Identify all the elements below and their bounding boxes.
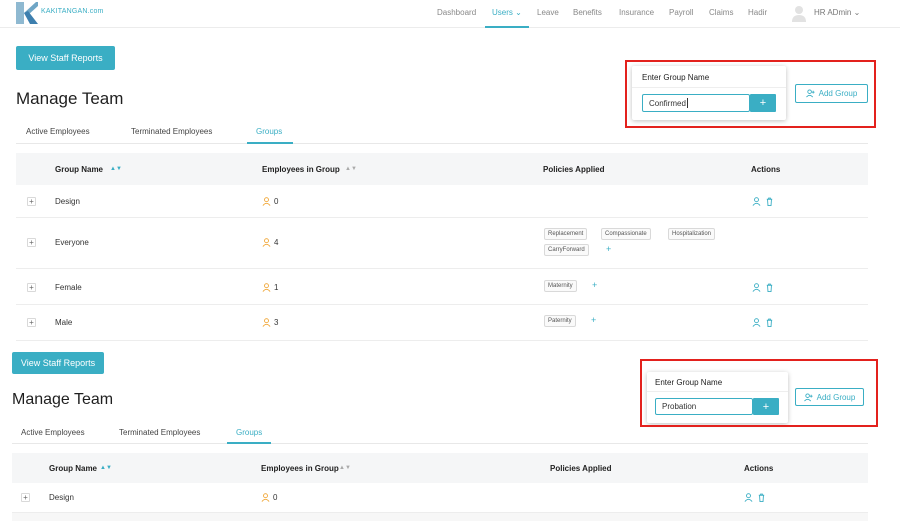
kakitangan-logo-icon[interactable]: [16, 2, 38, 24]
nav-dashboard[interactable]: Dashboard: [437, 8, 476, 17]
user-menu[interactable]: HR ADmin ⌄: [814, 8, 860, 17]
table-header: [16, 153, 868, 185]
expand-row-button[interactable]: +: [21, 493, 30, 502]
sort-icon[interactable]: ▲▼: [345, 166, 357, 172]
nav-insurance[interactable]: Insurance: [619, 8, 654, 17]
user-avatar-icon[interactable]: [791, 4, 807, 22]
tab-terminated-employees[interactable]: Terminated Employees: [131, 127, 212, 136]
nav-hadir[interactable]: Hadir: [748, 8, 767, 17]
page-title: Manage Team: [16, 89, 124, 108]
policy-tag[interactable]: Compassionate: [601, 228, 651, 240]
column-actions: Actions: [751, 165, 781, 174]
view-staff-reports-button[interactable]: View Staff Reports: [12, 352, 104, 374]
add-policy-button[interactable]: +: [592, 281, 597, 290]
table-row: [16, 218, 868, 269]
nav-claims[interactable]: Claims: [709, 8, 733, 17]
column-policies-applied: Policies Applied: [550, 464, 612, 473]
active-tab-indicator: [227, 442, 271, 444]
delete-icon[interactable]: [765, 283, 774, 292]
table-header: [12, 453, 868, 483]
tab-active-employees[interactable]: Active Employees: [21, 428, 85, 437]
sort-icon[interactable]: ▲▼: [110, 166, 122, 172]
policy-tag[interactable]: Paternity: [544, 315, 576, 327]
table-row: [12, 483, 868, 513]
manage-members-icon[interactable]: [752, 318, 761, 327]
group-name-cell: Design: [49, 493, 74, 502]
table-row: [12, 513, 868, 521]
top-navigation-bar: KAKITANGAN.com Dashboard Users ⌄ Leave B…: [0, 0, 900, 28]
column-group-name[interactable]: Group Name: [49, 464, 97, 473]
employee-count: 0: [261, 493, 277, 502]
user-icon: [262, 318, 271, 327]
expand-row-button[interactable]: +: [27, 318, 36, 327]
user-icon: [261, 493, 270, 502]
group-name-cell: Female: [55, 283, 82, 292]
tab-active-employees[interactable]: Active Employees: [26, 127, 90, 136]
policy-tag[interactable]: Replacement: [544, 228, 588, 240]
manage-members-icon[interactable]: [744, 493, 753, 502]
delete-icon[interactable]: [765, 197, 774, 206]
group-name-cell: Design: [55, 197, 80, 206]
expand-row-button[interactable]: +: [27, 238, 36, 247]
table-row: [16, 185, 868, 218]
nav-leave[interactable]: Leave: [537, 8, 559, 17]
manage-members-icon[interactable]: [752, 283, 761, 292]
group-name-cell: Everyone: [55, 238, 89, 247]
view-staff-reports-button[interactable]: View Staff Reports: [16, 46, 115, 70]
highlight-box: [625, 60, 876, 128]
add-policy-button[interactable]: +: [591, 316, 596, 325]
employee-count: 4: [262, 238, 278, 247]
page-title: Manage Team: [12, 391, 114, 408]
user-icon: [262, 283, 271, 292]
policy-tag[interactable]: Hospitalization: [668, 228, 716, 240]
manage-members-icon[interactable]: [752, 197, 761, 206]
tabs-divider: [12, 443, 868, 444]
highlight-box: [640, 359, 878, 427]
column-policies-applied: Policies Applied: [543, 165, 605, 174]
tabs-divider: [16, 143, 868, 144]
table-row: [16, 269, 868, 305]
nav-payroll[interactable]: Payroll: [669, 8, 693, 17]
user-icon: [262, 197, 271, 206]
user-icon: [262, 238, 271, 247]
column-actions: Actions: [744, 464, 774, 473]
tab-groups[interactable]: Groups: [256, 127, 282, 136]
table-row: [16, 305, 868, 341]
column-employees-in-group[interactable]: Employees in Group: [261, 464, 339, 473]
nav-benefits[interactable]: Benefits: [573, 8, 602, 17]
expand-row-button[interactable]: +: [27, 283, 36, 292]
policy-tag[interactable]: Maternity: [544, 280, 577, 292]
policy-tag[interactable]: CarryForward: [544, 244, 589, 256]
delete-icon[interactable]: [765, 318, 774, 327]
group-name-cell: Male: [55, 318, 73, 327]
employee-count: 0: [262, 197, 278, 206]
nav-active-indicator: [485, 26, 529, 28]
logo-text[interactable]: KAKITANGAN.com: [41, 8, 104, 15]
tab-terminated-employees[interactable]: Terminated Employees: [119, 428, 200, 437]
column-group-name[interactable]: Group Name: [55, 165, 103, 174]
active-tab-indicator: [247, 142, 293, 144]
nav-users[interactable]: Users ⌄: [492, 8, 522, 17]
employee-count: 3: [262, 318, 278, 327]
column-employees-in-group[interactable]: Employees in Group: [262, 165, 340, 174]
expand-row-button[interactable]: +: [27, 197, 36, 206]
delete-icon[interactable]: [757, 493, 766, 502]
sort-icon[interactable]: ▲▼: [100, 465, 112, 471]
tab-groups[interactable]: Groups: [236, 428, 262, 437]
sort-icon[interactable]: ▲▼: [339, 465, 351, 471]
employee-count: 1: [262, 283, 278, 292]
add-policy-button[interactable]: +: [606, 245, 611, 254]
